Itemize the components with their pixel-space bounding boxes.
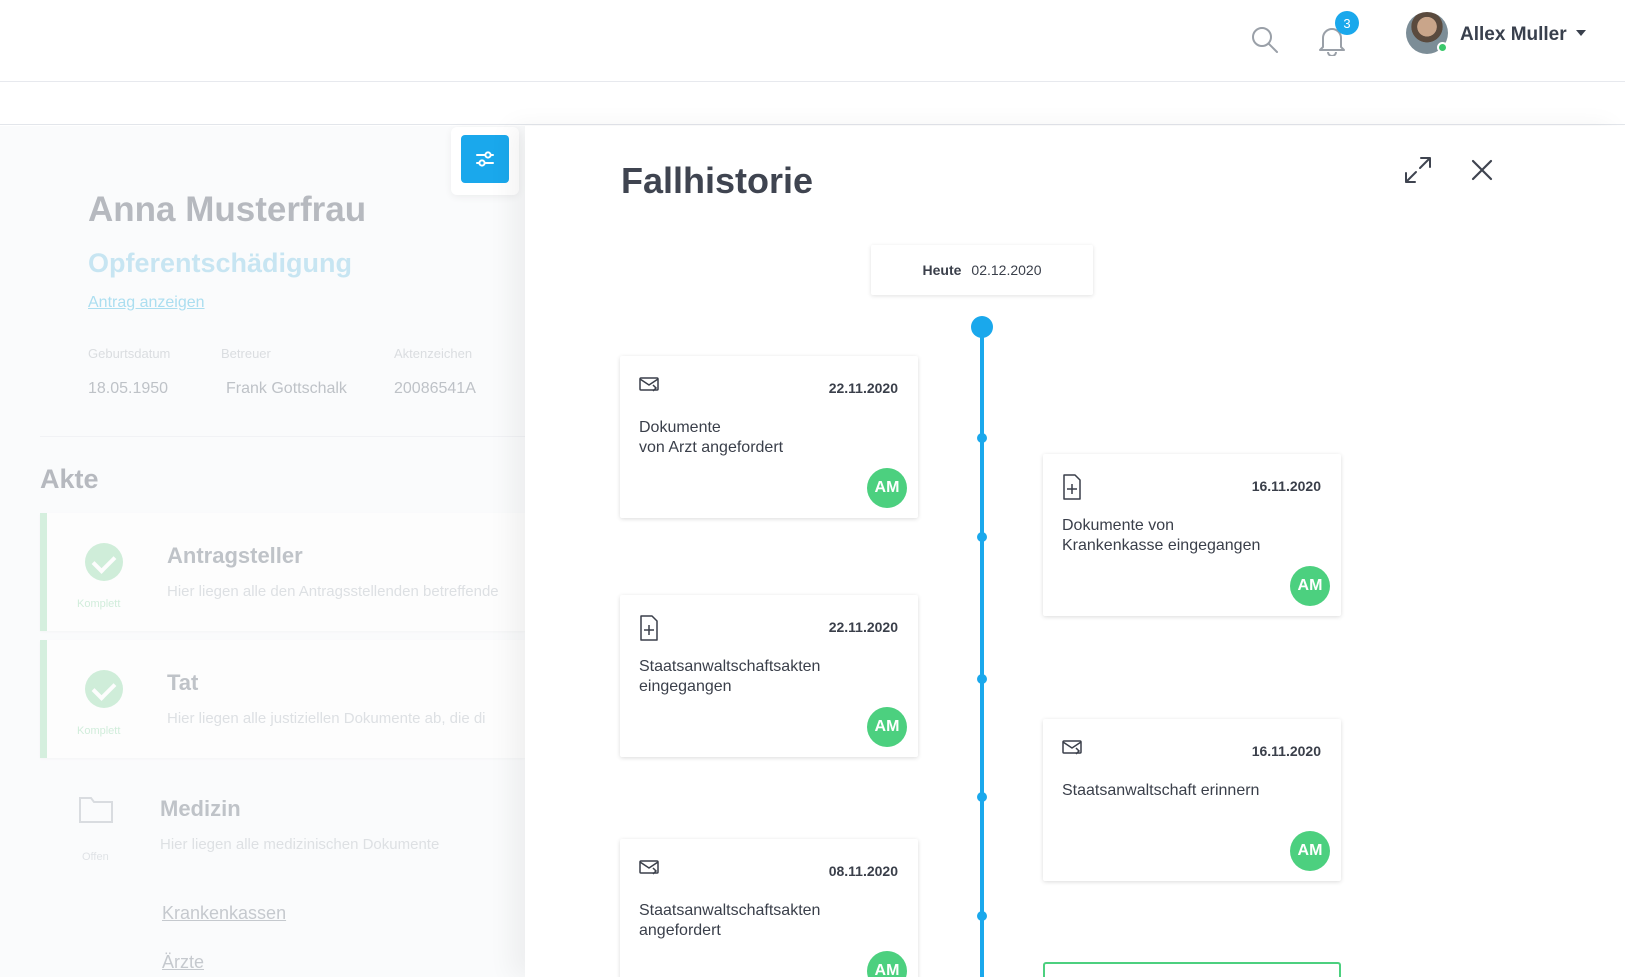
timeline-event[interactable]: 08.11.2020 Staatsanwaltschaftsakten ange… — [620, 839, 918, 977]
meta-value-file-number: 20086541A — [394, 380, 476, 397]
section-description: Hier liegen alle den Antragsstellenden b… — [167, 583, 499, 600]
mail-forward-icon — [639, 377, 659, 392]
mail-forward-icon — [639, 860, 659, 875]
section-medicine[interactable]: Offen Medizin Hier liegen alle medizinis… — [40, 766, 525, 884]
case-overview: Anna Musterfrau Opferentschädigung Antra… — [0, 126, 525, 977]
timeline-event[interactable]: 16.11.2020 Dokumente von Krankenkasse ei… — [1043, 454, 1341, 616]
check-icon — [85, 670, 123, 708]
search-icon[interactable] — [1250, 25, 1280, 55]
timeline-dot — [977, 433, 987, 443]
timeline-line — [980, 324, 984, 977]
event-date: 16.11.2020 — [1251, 478, 1321, 494]
today-label: Heute — [922, 262, 962, 278]
sub-bar — [0, 83, 1625, 125]
user-name[interactable]: Allex Muller — [1460, 24, 1567, 46]
user-initials-avatar: AM — [867, 951, 907, 977]
meta-label-birthdate: Geburtsdatum — [88, 346, 171, 361]
check-icon — [85, 543, 123, 581]
document-add-icon — [640, 615, 658, 641]
today-marker: Heute 02.12.2020 — [871, 245, 1093, 295]
avatar[interactable] — [1406, 12, 1448, 54]
event-text: Dokumente von Krankenkasse eingegangen — [1062, 517, 1261, 554]
akte-heading: Akte — [40, 464, 99, 494]
timeline-dot — [977, 911, 987, 921]
event-text: Staatsanwaltschaftsakten angefordert — [639, 902, 821, 939]
online-status-icon — [1437, 42, 1448, 53]
event-date: 16.11.2020 — [1251, 743, 1321, 759]
meta-value-caretaker: Frank Gottschalk — [226, 380, 347, 397]
expand-icon[interactable] — [1402, 154, 1434, 186]
timeline-event[interactable]: 22.11.2020 Staatsanwaltschaftsakten eing… — [620, 595, 918, 757]
case-name: Anna Musterfrau — [88, 190, 367, 229]
user-initials-avatar: AM — [1290, 831, 1330, 871]
timeline-dot — [977, 792, 987, 802]
notification-badge: 3 — [1335, 11, 1359, 35]
mail-forward-icon — [1062, 740, 1082, 755]
top-bar: 3 Allex Muller — [0, 0, 1625, 82]
section-description: Hier liegen alle medizinischen Dokumente — [160, 836, 440, 853]
event-text: Staatsanwaltschaft erinnern — [1062, 782, 1260, 799]
show-application-link[interactable]: Antrag anzeigen — [88, 294, 205, 312]
chevron-down-icon[interactable] — [1576, 30, 1586, 36]
section-title: Medizin — [160, 796, 241, 821]
case-history-panel: Fallhistorie Heute 02.12.2020 22.11.2020… — [525, 126, 1625, 977]
section-state: Offen — [82, 851, 109, 863]
folder-icon — [79, 797, 113, 823]
section-state: Komplett — [77, 725, 121, 737]
filter-container — [451, 127, 519, 195]
meta-label-file-number: Aktenzeichen — [394, 346, 473, 361]
panel-title: Fallhistorie — [621, 160, 814, 201]
event-text: Staatsanwaltschaftsakten eingegangen — [639, 658, 821, 695]
timeline-dot — [977, 674, 987, 684]
event-date: 08.11.2020 — [828, 863, 898, 879]
meta-value-birthdate: 18.05.1950 — [88, 380, 169, 397]
event-text: Dokumente von Arzt angefordert — [639, 419, 784, 456]
timeline-event[interactable]: 22.11.2020 Dokumente von Arzt angeforder… — [620, 356, 918, 518]
today-date: 02.12.2020 — [971, 262, 1042, 278]
divider — [40, 436, 525, 437]
timeline-dot — [977, 532, 987, 542]
event-date: 22.11.2020 — [828, 619, 898, 635]
user-initials-avatar: AM — [867, 707, 907, 747]
sub-link-doctors[interactable]: Ärzte — [162, 952, 204, 973]
meta-label-caretaker: Betreuer — [221, 346, 271, 361]
section-state: Komplett — [77, 598, 121, 610]
timeline-start-dot — [971, 316, 993, 338]
section-title: Antragsteller — [167, 543, 303, 568]
section-description: Hier liegen alle justiziellen Dokumente … — [167, 710, 486, 727]
user-initials-avatar: AM — [867, 468, 907, 508]
filter-button[interactable] — [461, 135, 509, 183]
timeline-event-partial[interactable] — [1043, 962, 1341, 977]
sub-link-health-insurance[interactable]: Krankenkassen — [162, 903, 286, 924]
section-crime[interactable]: Komplett Tat Hier liegen alle justiziell… — [40, 640, 525, 758]
filter-icon — [476, 151, 494, 167]
user-initials-avatar: AM — [1290, 566, 1330, 606]
section-title: Tat — [167, 670, 199, 695]
close-icon[interactable] — [1470, 158, 1494, 182]
event-date: 22.11.2020 — [828, 380, 898, 396]
timeline-event[interactable]: 16.11.2020 Staatsanwaltschaft erinnern A… — [1043, 719, 1341, 881]
case-type: Opferentschädigung — [88, 248, 353, 278]
section-applicant[interactable]: Komplett Antragsteller Hier liegen alle … — [40, 513, 525, 631]
document-add-icon — [1063, 474, 1081, 500]
